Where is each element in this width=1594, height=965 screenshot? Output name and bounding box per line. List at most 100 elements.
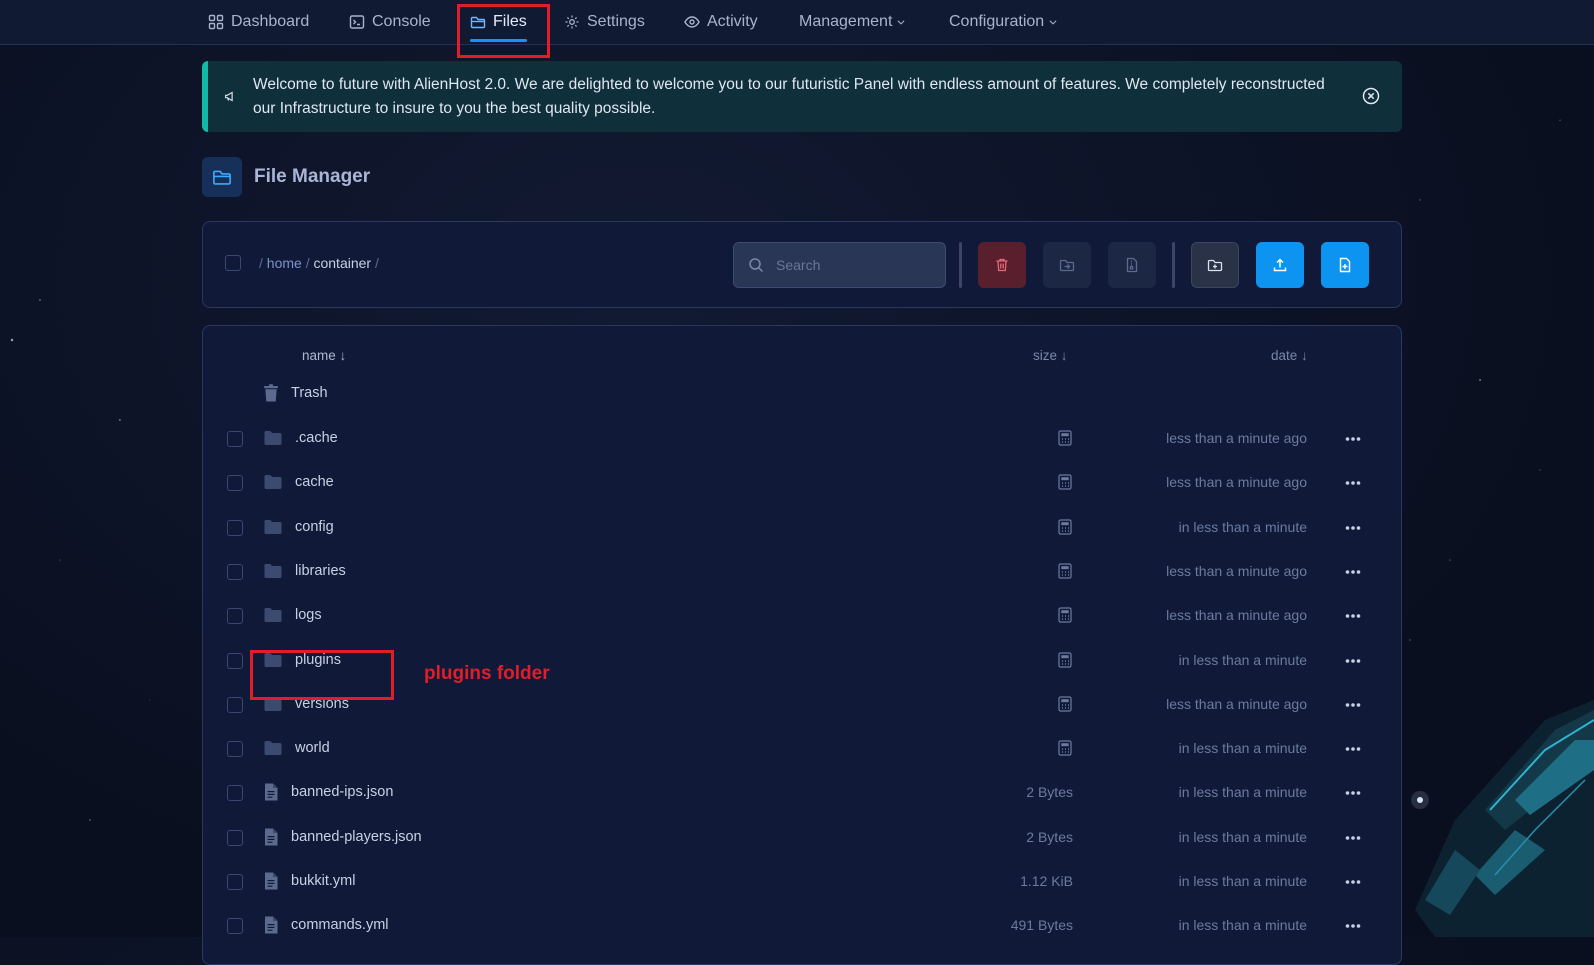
page-header: File Manager [202,157,370,197]
close-icon[interactable] [1362,87,1380,105]
column-header-date[interactable]: date ↓ [1271,348,1308,363]
file-icon [265,916,278,934]
move-button[interactable] [1043,242,1091,288]
calculate-size-icon[interactable] [1058,651,1072,668]
new-file-button[interactable] [1321,242,1369,288]
row-checkbox[interactable] [227,785,243,802]
announcement-text: Welcome to future with AlienHost 2.0. We… [253,75,1325,117]
nav-configuration[interactable]: Configuration [949,0,1058,44]
announcement-banner: Welcome to future with AlienHost 2.0. We… [202,61,1402,132]
nav-settings[interactable]: Settings [564,0,645,44]
nav-activity-label: Activity [707,13,758,30]
terminal-icon [349,15,365,29]
trash-row[interactable]: Trash [203,372,1403,417]
table-row[interactable]: logs less than a minute ago [203,594,1403,639]
nav-dashboard[interactable]: Dashboard [208,0,309,44]
file-name[interactable]: cache [295,474,334,490]
file-date: in less than a minute [1178,917,1307,934]
row-checkbox[interactable] [227,563,243,580]
nav-dashboard-label: Dashboard [231,13,310,30]
calculate-size-icon[interactable] [1058,563,1072,579]
calculate-size-icon[interactable] [1058,696,1072,712]
more-options-icon[interactable] [1343,739,1363,759]
file-date: in less than a minute [1178,873,1307,889]
breadcrumb-current: container [313,255,372,271]
row-checkbox[interactable] [227,652,243,669]
table-row[interactable]: .cache less than a minute ago [203,417,1403,462]
row-checkbox[interactable] [227,519,243,536]
more-options-icon[interactable] [1343,783,1363,803]
row-checkbox[interactable] [227,608,243,625]
row-checkbox[interactable] [227,874,243,890]
trash-label: Trash [291,385,328,401]
delete-button[interactable] [978,242,1026,288]
file-name[interactable]: banned-players.json [291,829,422,845]
more-options-icon[interactable] [1343,872,1363,892]
more-options-icon[interactable] [1343,651,1363,671]
table-row[interactable]: banned-players.json 2 Bytes in less than a… [203,816,1403,861]
table-row[interactable]: config in less than a minute [203,506,1403,551]
file-name[interactable]: world [295,740,330,756]
table-row[interactable]: libraries less than a minute ago [203,550,1403,595]
more-options-icon[interactable] [1343,695,1363,715]
upload-icon [1273,258,1287,272]
table-row[interactable]: world in less than a minute [203,727,1403,772]
row-checkbox[interactable] [227,475,243,492]
more-options-icon[interactable] [1343,828,1363,848]
file-name[interactable]: config [295,519,334,535]
calculate-size-icon[interactable] [1058,740,1072,756]
table-row[interactable]: bukkit.yml 1.12 KiB in less than a minute [203,860,1403,905]
file-manager-icon-badge [202,157,242,197]
file-name[interactable]: commands.yml [291,917,389,933]
table-row[interactable]: commands.yml 491 Bytes in less than a minu… [203,904,1403,949]
table-row[interactable]: banned-ips.json 2 Bytes in less than a min… [203,771,1403,816]
file-name[interactable]: logs [295,607,322,623]
nav-management-label: Management [799,13,893,30]
nav-management[interactable]: Management [799,0,906,44]
file-name[interactable]: .cache [295,430,338,446]
file-date: in less than a minute [1178,784,1307,801]
folder-icon [264,431,282,445]
nav-settings-label: Settings [587,13,645,30]
row-checkbox[interactable] [227,829,243,846]
top-navigation: Dashboard Console Files Settings Activit… [0,0,1594,45]
more-options-icon[interactable] [1343,518,1363,538]
more-options-icon[interactable] [1343,473,1363,493]
select-all-checkbox[interactable] [225,255,241,271]
row-checkbox[interactable] [227,741,243,758]
search-input[interactable] [774,256,928,274]
trash-icon [264,384,278,402]
new-folder-button[interactable] [1191,242,1239,288]
nav-activity[interactable]: Activity [684,0,758,44]
folder-icon [264,519,282,534]
row-checkbox[interactable] [227,918,243,935]
calculate-size-icon[interactable] [1058,430,1072,446]
breadcrumb-home[interactable]: home [267,255,302,271]
more-options-icon[interactable] [1343,562,1363,582]
row-checkbox[interactable] [227,696,243,713]
breadcrumb: / home / container / [259,255,379,271]
column-header-size[interactable]: size ↓ [1033,348,1068,363]
file-size: 1.12 KiB [1020,873,1073,889]
file-icon [265,783,278,801]
calculate-size-icon[interactable] [1058,518,1072,535]
nav-console-label: Console [372,13,431,30]
search-box [733,242,946,288]
calculate-size-icon[interactable] [1058,474,1072,490]
file-name[interactable]: banned-ips.json [291,784,393,800]
column-header-name[interactable]: name ↓ [302,348,346,363]
row-checkbox[interactable] [227,431,243,447]
file-archive-icon [1126,257,1138,273]
eye-icon [684,16,700,28]
upload-button[interactable] [1256,242,1304,288]
file-name[interactable]: bukkit.yml [291,873,355,889]
archive-button[interactable] [1108,242,1156,288]
more-options-icon[interactable] [1343,916,1363,936]
calculate-size-icon[interactable] [1058,607,1072,623]
folder-open-icon [213,170,231,185]
more-options-icon[interactable] [1343,429,1363,449]
more-options-icon[interactable] [1343,606,1363,626]
nav-console[interactable]: Console [349,0,431,44]
file-name[interactable]: libraries [295,563,346,579]
table-row[interactable]: cache less than a minute ago [203,461,1403,506]
